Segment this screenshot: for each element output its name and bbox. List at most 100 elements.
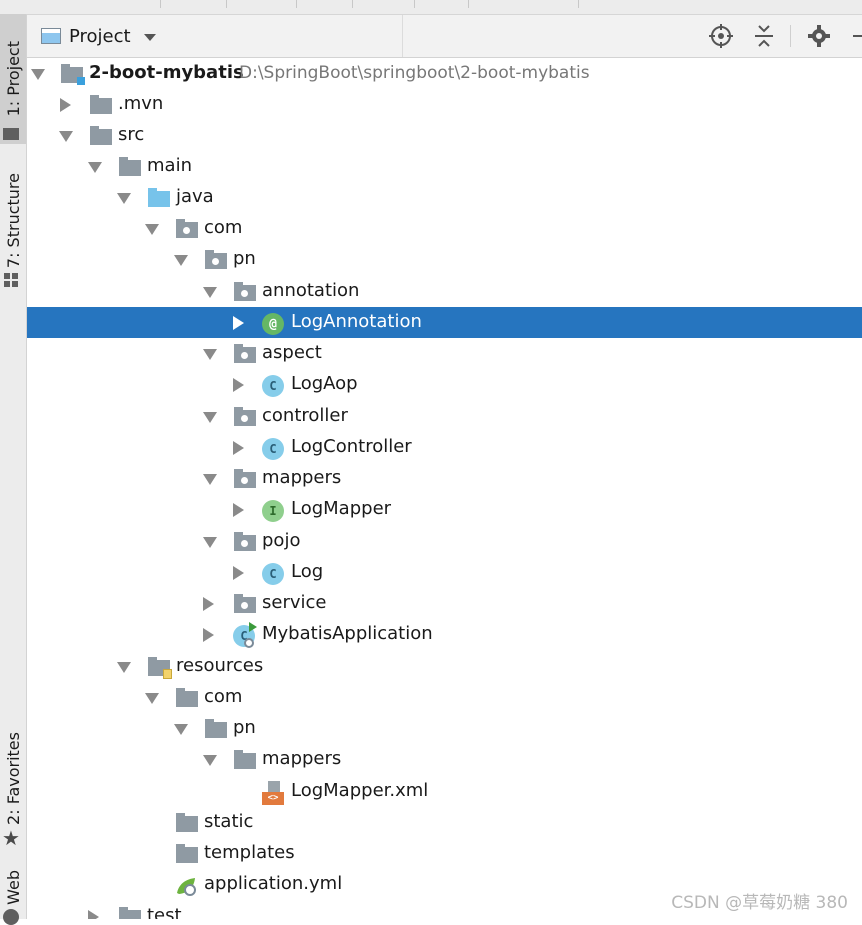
package-icon [234, 469, 256, 488]
chevron-right-icon[interactable] [233, 316, 244, 330]
chevron-down-icon[interactable] [174, 255, 188, 266]
chevron-down-icon[interactable] [145, 224, 159, 235]
package-icon [234, 594, 256, 613]
structure-icon [4, 272, 18, 287]
tree-node-folder[interactable]: mappers [27, 744, 862, 775]
chevron-down-icon[interactable] [203, 349, 217, 360]
tree-node-folder[interactable]: static [27, 807, 862, 838]
tree-node-label: java [176, 186, 214, 207]
tab-web-label: Web [3, 870, 23, 905]
chevron-right-icon[interactable] [233, 441, 244, 455]
collapse-all-icon [755, 25, 773, 47]
tree-node-file[interactable]: <> LogMapper.xml [27, 776, 862, 807]
chevron-down-icon[interactable] [117, 662, 131, 673]
chevron-right-icon[interactable] [233, 566, 244, 580]
class-icon: C [262, 375, 284, 397]
chevron-down-icon[interactable] [145, 693, 159, 704]
package-icon [234, 282, 256, 301]
tree-node-label: test [147, 905, 182, 919]
tree-node-package[interactable]: aspect [27, 338, 862, 369]
tab-structure-label: 7: Structure [3, 173, 23, 269]
tree-node-class[interactable]: C LogController [27, 432, 862, 463]
chevron-down-icon[interactable] [174, 724, 188, 735]
tree-node-folder[interactable]: .mvn [27, 89, 862, 120]
tree-node-label: mappers [262, 748, 342, 769]
gear-icon [808, 25, 830, 47]
chevron-down-icon[interactable] [117, 193, 131, 204]
breadcrumb-separator [414, 0, 415, 8]
tree-node-interface[interactable]: I LogMapper [27, 494, 862, 525]
hide-icon [853, 35, 862, 37]
chevron-down-icon[interactable] [203, 474, 217, 485]
tree-node-package[interactable]: com [27, 213, 862, 244]
chevron-down-icon[interactable] [203, 412, 217, 423]
tree-node-label: service [262, 592, 327, 613]
spring-config-icon [175, 875, 197, 897]
tree-node-main-class[interactable]: C MybatisApplication [27, 619, 862, 650]
tree-node-package[interactable]: controller [27, 401, 862, 432]
tree-node-package[interactable]: pn [27, 244, 862, 275]
tree-node-folder[interactable]: templates [27, 838, 862, 869]
tree-node-folder[interactable]: src [27, 120, 862, 151]
xml-file-icon: <> [262, 781, 284, 805]
hide-button[interactable] [847, 24, 862, 48]
tree-node-folder[interactable]: com [27, 682, 862, 713]
chevron-down-icon[interactable] [144, 34, 156, 41]
tree-node-label: pn [233, 717, 256, 738]
chevron-right-icon[interactable] [233, 378, 244, 392]
tree-node-class[interactable]: C LogAop [27, 369, 862, 400]
tree-node-label: controller [262, 405, 348, 426]
tree-node-label: MybatisApplication [262, 623, 433, 644]
tree-node-label: pojo [262, 530, 301, 551]
tree-node-label: resources [176, 655, 264, 676]
tree-node-label: static [204, 811, 254, 832]
chevron-down-icon[interactable] [59, 131, 73, 142]
package-icon [234, 344, 256, 363]
tree-node-label: src [118, 124, 145, 145]
class-icon: C [262, 563, 284, 585]
tree-node-package[interactable]: pojo [27, 526, 862, 557]
chevron-down-icon[interactable] [203, 755, 217, 766]
chevron-right-icon[interactable] [233, 503, 244, 517]
tab-favorites[interactable]: 2: Favorites ★ [0, 708, 26, 848]
tree-node-package[interactable]: annotation [27, 276, 862, 307]
tab-project[interactable]: 1: Project [0, 14, 26, 144]
tree-node-label: Log [291, 561, 324, 582]
breadcrumb-separator [226, 0, 227, 8]
folder-icon [234, 750, 256, 769]
settings-button[interactable] [807, 24, 831, 48]
tree-node-folder[interactable]: pn [27, 713, 862, 744]
tree-node-label: aspect [262, 342, 322, 363]
chevron-right-icon[interactable] [203, 628, 214, 642]
chevron-right-icon[interactable] [60, 98, 71, 112]
tree-node-package[interactable]: mappers [27, 463, 862, 494]
tree-node-source-folder[interactable]: java [27, 182, 862, 213]
chevron-right-icon[interactable] [203, 597, 214, 611]
collapse-all-button[interactable] [752, 24, 776, 48]
breadcrumb-separator [578, 0, 579, 8]
tree-node-resources[interactable]: resources [27, 651, 862, 682]
tree-node-folder[interactable]: main [27, 151, 862, 182]
chevron-down-icon[interactable] [88, 162, 102, 173]
package-icon [176, 219, 198, 238]
chevron-right-icon[interactable] [88, 910, 99, 919]
tree-node-label: annotation [262, 280, 360, 301]
locate-button[interactable] [709, 24, 733, 48]
locate-icon [709, 24, 733, 48]
project-tree: 2-boot-mybatis D:\SpringBoot\springboot\… [27, 57, 862, 919]
chevron-down-icon[interactable] [31, 69, 45, 80]
tree-node-class[interactable]: C Log [27, 557, 862, 588]
navigation-bar [0, 0, 862, 15]
class-icon: C [262, 438, 284, 460]
tree-node-annotation[interactable]: @ LogAnnotation [27, 307, 862, 338]
project-view-title[interactable]: Project [69, 26, 131, 47]
tab-web[interactable]: Web [0, 856, 26, 925]
tree-node-package[interactable]: service [27, 588, 862, 619]
chevron-down-icon[interactable] [203, 287, 217, 298]
chevron-down-icon[interactable] [203, 537, 217, 548]
package-icon [234, 407, 256, 426]
tree-node-label: templates [204, 842, 295, 863]
tab-structure[interactable]: 7: Structure [0, 156, 26, 287]
tree-node-module[interactable]: 2-boot-mybatis D:\SpringBoot\springboot\… [27, 58, 862, 89]
spring-boot-icon [244, 638, 254, 648]
